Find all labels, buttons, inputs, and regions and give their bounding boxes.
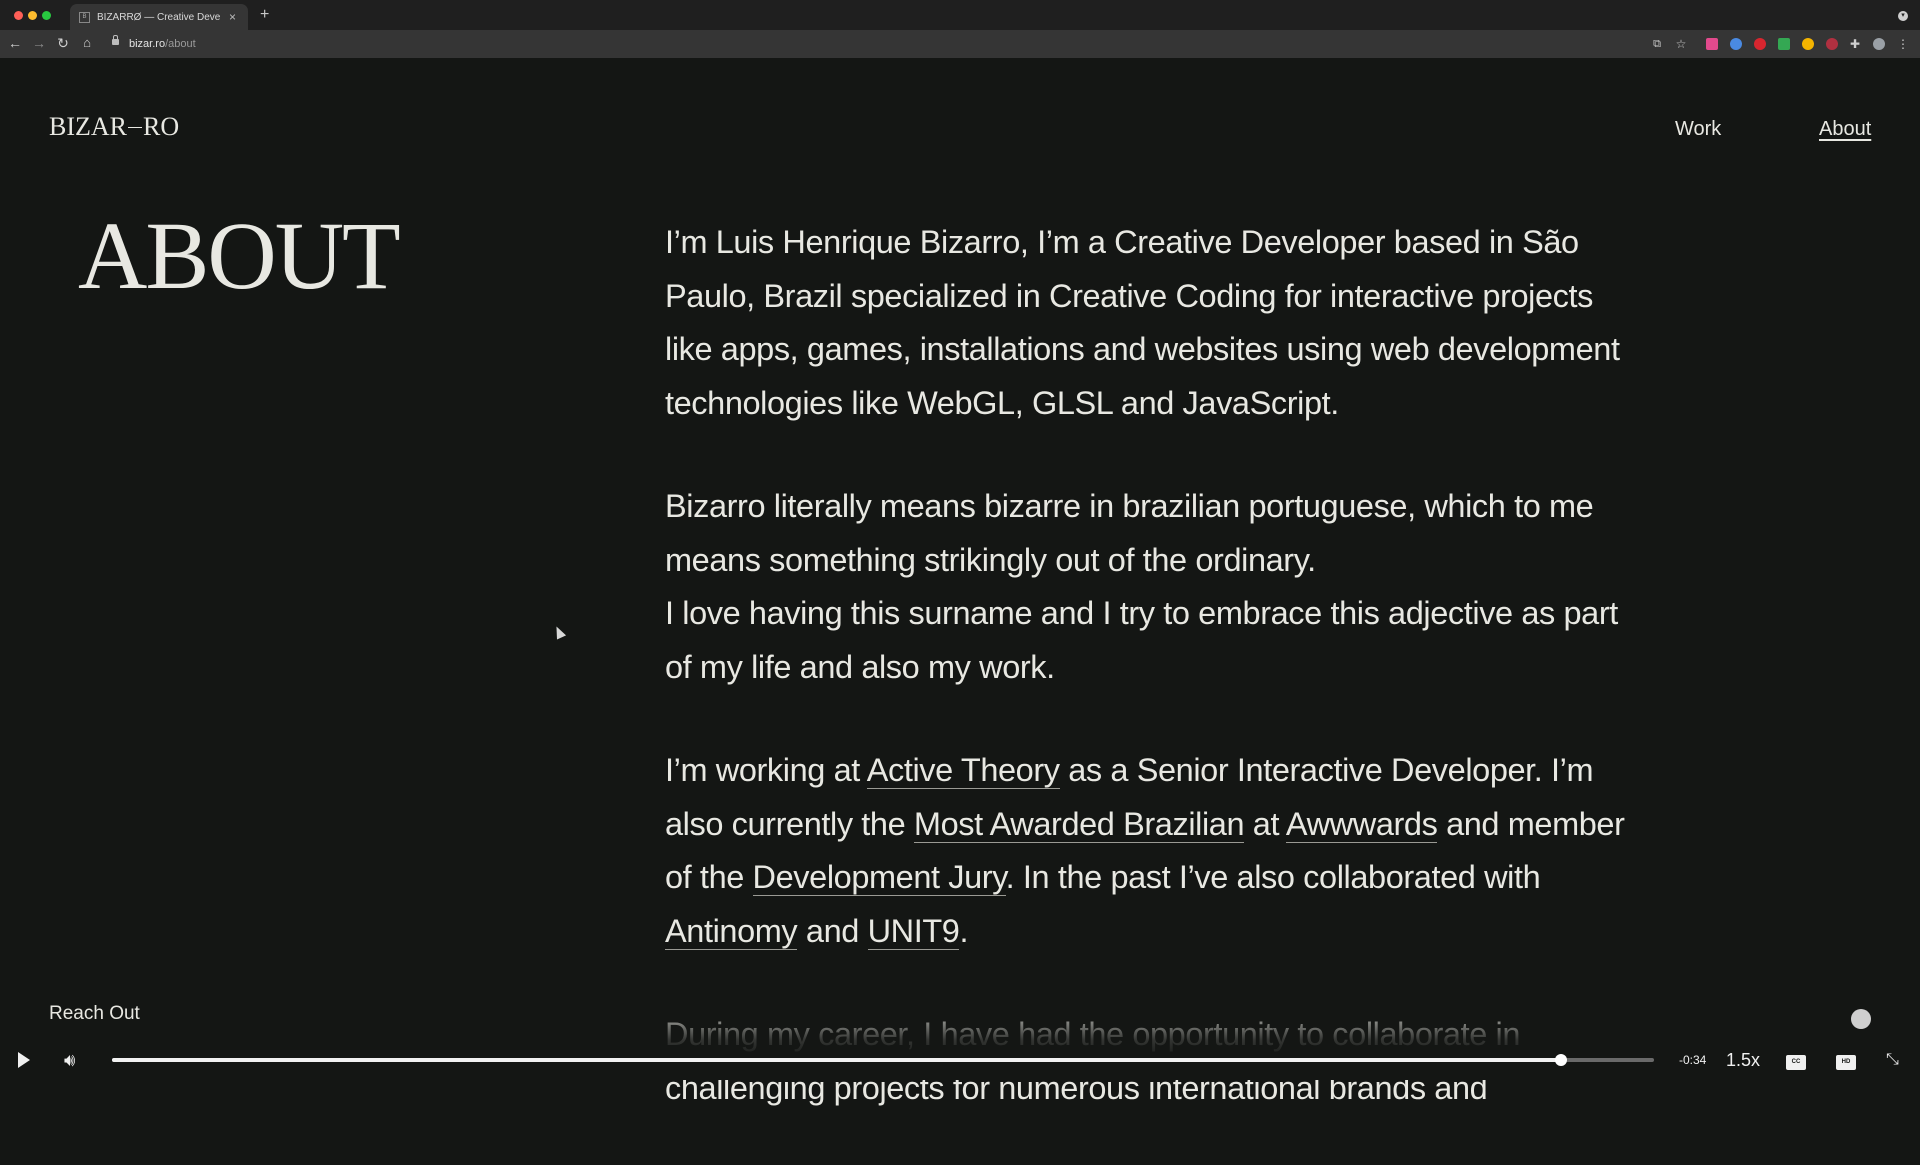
new-tab-button[interactable]: + xyxy=(260,7,269,23)
install-app-icon[interactable]: ⧉ xyxy=(1648,36,1666,52)
home-icon[interactable]: ⌂ xyxy=(78,35,96,51)
progress-fill xyxy=(112,1058,1562,1062)
most-awarded-brazilian-link[interactable]: Most Awarded Brazilian xyxy=(913,805,1245,843)
name-meaning-paragraph: Bizarro literally means bizarre in brazi… xyxy=(665,480,1625,694)
extensions-puzzle-icon[interactable]: ✚ xyxy=(1846,36,1864,52)
address-bar[interactable]: bizar.ro/about xyxy=(129,38,196,50)
browser-menu-icon[interactable]: ⋮ xyxy=(1894,36,1912,52)
nav-about-link[interactable]: About xyxy=(1819,118,1871,141)
text-span: . In the past I’ve also collaborated wit… xyxy=(1005,859,1541,895)
time-remaining: -0:34 xyxy=(1679,1053,1707,1067)
paragraph-line: I love having this surname and I try to … xyxy=(665,595,1618,685)
volume-icon[interactable]: 🔊︎ xyxy=(64,1050,75,1070)
text-span: and xyxy=(797,912,868,949)
minimize-window-button[interactable] xyxy=(28,11,37,20)
favicon-icon: B xyxy=(79,11,90,23)
site-logo[interactable]: BIZAR RO xyxy=(49,112,179,142)
tab-search-icon[interactable]: ▾ xyxy=(1898,11,1908,21)
extension-icon[interactable] xyxy=(1826,38,1838,50)
scroll-indicator-dot[interactable] xyxy=(1851,1009,1871,1029)
profile-avatar[interactable] xyxy=(1873,38,1885,50)
back-arrow-icon[interactable]: ← xyxy=(6,35,24,51)
url-path: /about xyxy=(165,38,196,50)
paragraph-line: Bizarro literally means bizarre in brazi… xyxy=(665,488,1594,578)
page-title: ABOUT xyxy=(78,202,401,309)
antinomy-link[interactable]: Antinomy xyxy=(665,912,798,950)
nav-work-link[interactable]: Work xyxy=(1675,118,1721,141)
awwwards-link[interactable]: Awwwards xyxy=(1285,805,1438,843)
url-host: bizar.ro xyxy=(129,38,166,50)
text-span: at xyxy=(1244,805,1286,842)
extension-icon[interactable] xyxy=(1778,38,1790,50)
mouse-cursor-icon xyxy=(551,624,567,640)
close-window-button[interactable] xyxy=(14,11,23,20)
intro-paragraph: I’m Luis Henrique Bizarro, I’m a Creativ… xyxy=(665,224,1620,421)
logo-dash xyxy=(128,126,142,128)
tab-title: BIZARRØ — Creative Developer xyxy=(97,11,221,23)
reload-icon[interactable]: ↻ xyxy=(54,35,72,51)
play-icon[interactable] xyxy=(18,1052,30,1068)
hd-quality-icon[interactable]: HD xyxy=(1836,1055,1856,1070)
exit-fullscreen-icon[interactable]: ⤡ xyxy=(1886,1050,1899,1070)
browser-toolbar: ← → ↻ ⌂ bizar.ro/about ⧉ ☆ ✚ ⋮ xyxy=(0,30,1920,58)
lock-icon[interactable] xyxy=(112,35,119,45)
unit9-link[interactable]: UNIT9 xyxy=(867,912,960,950)
extension-icon[interactable] xyxy=(1730,38,1742,50)
extension-icon[interactable] xyxy=(1802,38,1814,50)
forward-arrow-icon[interactable]: → xyxy=(30,35,48,51)
browser-tab-active[interactable]: B BIZARRØ — Creative Developer × xyxy=(70,4,248,30)
career-paragraph: I’m working at Active Theory as a Senior… xyxy=(665,744,1625,958)
bookmark-star-icon[interactable]: ☆ xyxy=(1672,36,1690,52)
tab-close-icon[interactable]: × xyxy=(229,11,236,23)
extension-icon[interactable] xyxy=(1754,38,1766,50)
maximize-window-button[interactable] xyxy=(42,11,51,20)
logo-left: BIZAR xyxy=(49,112,127,141)
playback-speed-button[interactable]: 1.5x xyxy=(1726,1050,1760,1071)
about-content: I’m Luis Henrique Bizarro, I’m a Creativ… xyxy=(665,216,1625,1165)
text-span: . xyxy=(959,912,969,949)
reach-out-link[interactable]: Reach Out xyxy=(49,1003,140,1025)
development-jury-link[interactable]: Development Jury xyxy=(752,859,1006,896)
logo-right: RO xyxy=(143,112,180,141)
captions-icon[interactable]: CC xyxy=(1786,1055,1806,1070)
active-theory-link[interactable]: Active Theory xyxy=(866,752,1060,789)
browser-tab-bar: B BIZARRØ — Creative Developer × + ▾ xyxy=(0,0,1920,30)
extension-icon[interactable] xyxy=(1706,38,1718,50)
text-span: I’m working at xyxy=(665,752,867,788)
playback-progress-bar[interactable] xyxy=(112,1054,1654,1066)
